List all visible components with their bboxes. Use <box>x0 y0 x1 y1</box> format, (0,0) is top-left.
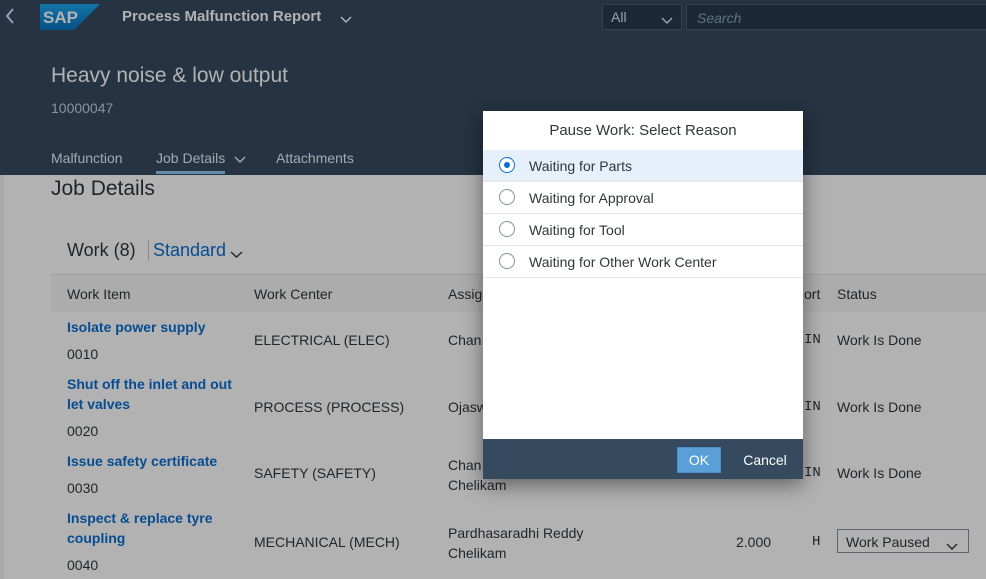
radio-button[interactable] <box>499 253 515 269</box>
dialog-title: Pause Work: Select Reason <box>549 122 737 139</box>
option-label[interactable]: Waiting for Parts <box>529 158 632 174</box>
reason-option-waiting-for-other-work-center[interactable]: Waiting for Other Work Center <box>483 246 803 278</box>
ok-button[interactable]: OK <box>677 447 721 473</box>
dialog-footer: OK Cancel <box>483 439 803 479</box>
reason-option-waiting-for-parts[interactable]: Waiting for Parts <box>483 150 803 182</box>
radio-button[interactable] <box>499 157 515 173</box>
option-label[interactable]: Waiting for Approval <box>529 190 654 206</box>
pause-work-dialog: Pause Work: Select Reason Waiting for Pa… <box>483 111 803 479</box>
option-label[interactable]: Waiting for Other Work Center <box>529 254 717 270</box>
radio-button[interactable] <box>499 189 515 205</box>
reason-option-waiting-for-approval[interactable]: Waiting for Approval <box>483 182 803 214</box>
option-label[interactable]: Waiting for Tool <box>529 222 625 238</box>
radio-button[interactable] <box>499 221 515 237</box>
reason-option-waiting-for-tool[interactable]: Waiting for Tool <box>483 214 803 246</box>
radio-selected-dot <box>504 162 510 168</box>
cancel-button[interactable]: Cancel <box>735 447 795 473</box>
